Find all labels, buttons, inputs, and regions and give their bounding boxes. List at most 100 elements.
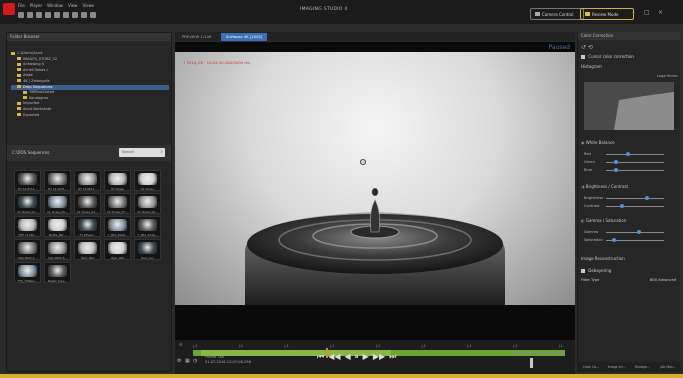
sequence-thumbnail[interactable]: Item_ecc	[134, 239, 161, 260]
step-back-icon[interactable]: ◀	[345, 352, 351, 362]
filter-type-select[interactable]: BOX Advanced	[650, 278, 676, 282]
sequence-thumbnail[interactable]: Item_003	[104, 239, 131, 260]
sequence-thumbnail[interactable]: Item_002	[74, 239, 101, 260]
slider-knob[interactable]	[614, 160, 619, 164]
sequence-thumbnail[interactable]: Y_004_2016...	[104, 216, 131, 237]
viewer-tab-bar: PREVIEW 1/100 Surfaces 4K [1002]	[175, 32, 575, 41]
maximize-icon[interactable]: □	[644, 9, 650, 16]
slider-row[interactable]: Green	[584, 160, 676, 165]
panel-header: Folder Browser	[7, 33, 171, 41]
refresh-icon[interactable]	[81, 12, 87, 18]
sequence-thumbnail[interactable]: Dr Chess	[134, 170, 161, 191]
sequence-thumbnail[interactable]: TTS_7000px...	[14, 262, 41, 283]
slider-track[interactable]	[606, 154, 664, 155]
camera-control-button[interactable]: Camera Control	[530, 8, 584, 20]
sequence-thumbnail[interactable]: Dr Chess_07...	[104, 193, 131, 214]
sequence-thumbnail[interactable]: DSF 11-MS...	[14, 216, 41, 237]
zoom-icon[interactable]	[36, 12, 42, 18]
skip-start-icon[interactable]: ⏮	[317, 352, 324, 362]
fast-forward-icon[interactable]: ▶▶	[373, 352, 385, 362]
menu-player[interactable]: Player	[30, 3, 42, 8]
sequence-thumbnail[interactable]: Dr Chess_03...	[74, 193, 101, 214]
sequence-thumbnail[interactable]: Dr Chess	[104, 170, 131, 191]
slider-row[interactable]: Blue	[584, 168, 676, 173]
chevron-icon[interactable]: ◉	[581, 140, 585, 145]
grid-icon[interactable]	[27, 12, 33, 18]
grid-icon[interactable]: ▦	[185, 358, 190, 364]
slider-row[interactable]: Gamma	[584, 230, 676, 235]
menu-views[interactable]: Views	[82, 3, 94, 8]
tab-preview[interactable]: PREVIEW 1/100	[177, 33, 216, 41]
tab-surfaces[interactable]: Surfaces 4K [1002]	[221, 33, 268, 41]
sequence-thumbnail[interactable]: F1 Wheel...	[74, 216, 101, 237]
close-icon[interactable]: ×	[658, 9, 663, 16]
sequence-thumbnail[interactable]: Bottle_MR...	[44, 216, 71, 237]
arrow-icon[interactable]	[63, 12, 69, 18]
sequence-thumbnail[interactable]: Dr Chess_05...	[44, 193, 71, 214]
sequence-thumbnail[interactable]: Size 0003.3...	[44, 239, 71, 260]
filter-type-row[interactable]: Filter Type BOX Advanced	[581, 278, 678, 282]
chevron-icon[interactable]: ◑	[581, 184, 585, 189]
skip-end-icon[interactable]: ⏭	[389, 352, 396, 362]
slider-knob[interactable]	[614, 168, 619, 172]
checkbox[interactable]	[581, 269, 585, 273]
timeline-menu-icon[interactable]: ☰	[179, 342, 183, 347]
sequence-thumbnail[interactable]: DT 14-8911...	[74, 170, 101, 191]
menu-window[interactable]: Window	[47, 3, 63, 8]
sequence-thumbnail[interactable]: Dr Chess_03...	[14, 193, 41, 214]
checkbox[interactable]	[581, 55, 585, 59]
sequence-thumbnail[interactable]: DT 14-1021...	[44, 170, 71, 191]
tab-storage[interactable]: Storage...	[630, 362, 656, 372]
debayering-row[interactable]: Debayering	[581, 268, 678, 273]
slider-row[interactable]: Saturation	[584, 238, 676, 243]
minimize-icon[interactable]: –	[632, 9, 635, 16]
sequence-thumbnail[interactable]: Size 0003.1...	[14, 239, 41, 260]
rewind-icon[interactable]: ◀◀	[328, 352, 340, 362]
sequence-thumbnail[interactable]: DT 14-8714...	[14, 170, 41, 191]
slider-track[interactable]	[606, 198, 664, 199]
slider-knob[interactable]	[611, 238, 616, 242]
histogram-mode-select[interactable]: Logarithmic	[581, 74, 678, 78]
slider-knob[interactable]	[625, 152, 630, 156]
drop-image[interactable]: 7 2014_08 · 10:04:40.284/5000 ms	[175, 52, 575, 305]
search-input[interactable]: Search	[119, 148, 165, 157]
clock-icon[interactable]: ◷	[193, 358, 197, 364]
pause-icon[interactable]: ⏸	[355, 352, 359, 362]
tree-item[interactable]: Exported	[11, 113, 169, 119]
image-viewer[interactable]: Paused 7 2014_08 · 10:04:40.284/5000 ms	[175, 42, 575, 340]
cursor-correction-row[interactable]: Cursor color correction	[581, 54, 678, 59]
search-icon[interactable]: ⌕	[160, 149, 163, 155]
slider-track[interactable]	[606, 232, 664, 233]
review-mode-button[interactable]: Review Mode	[580, 8, 634, 20]
menu-bar: File Player Window View Views	[18, 3, 94, 8]
folder-icon	[17, 73, 21, 77]
sequence-thumbnail[interactable]: Plastic Liqui...	[44, 262, 71, 283]
menu-file[interactable]: File	[18, 3, 25, 8]
settings-icon[interactable]	[90, 12, 96, 18]
open-folder-icon[interactable]	[18, 12, 24, 18]
slider-track[interactable]	[606, 206, 664, 207]
sequence-thumbnail[interactable]: Dr Chess_08...	[134, 193, 161, 214]
play-icon[interactable]: ▶	[363, 352, 369, 362]
settings-icon[interactable]: ⚙	[177, 358, 181, 364]
chevron-icon[interactable]: ◐	[581, 218, 585, 223]
tab-color-correction[interactable]: Color Co...	[578, 362, 604, 372]
sequence-thumbnail[interactable]: Y_004_2016...	[134, 216, 161, 237]
tab-image-improvement[interactable]: Image Im...	[604, 362, 630, 372]
measure-icon[interactable]	[54, 12, 60, 18]
tree-item-label: Imported	[23, 101, 40, 106]
speed-slider[interactable]	[511, 353, 563, 354]
tab-job-manager[interactable]: Job Man...	[655, 362, 681, 372]
slider-row[interactable]: Red	[584, 152, 676, 157]
thumbnail-label: DT 14-8911...	[77, 187, 98, 191]
play-icon[interactable]	[72, 12, 78, 18]
slider-row[interactable]: Brightness	[584, 196, 676, 201]
crop-icon[interactable]	[45, 12, 51, 18]
slider-knob[interactable]	[645, 196, 650, 200]
slider-knob[interactable]	[636, 230, 641, 234]
slider-row[interactable]: Contrast	[584, 204, 676, 209]
slider-knob[interactable]	[620, 204, 624, 208]
reset-icon[interactable]: ↺ ⟲	[581, 44, 678, 51]
menu-view[interactable]: View	[68, 3, 78, 8]
speed-slider-knob[interactable]	[530, 358, 533, 368]
